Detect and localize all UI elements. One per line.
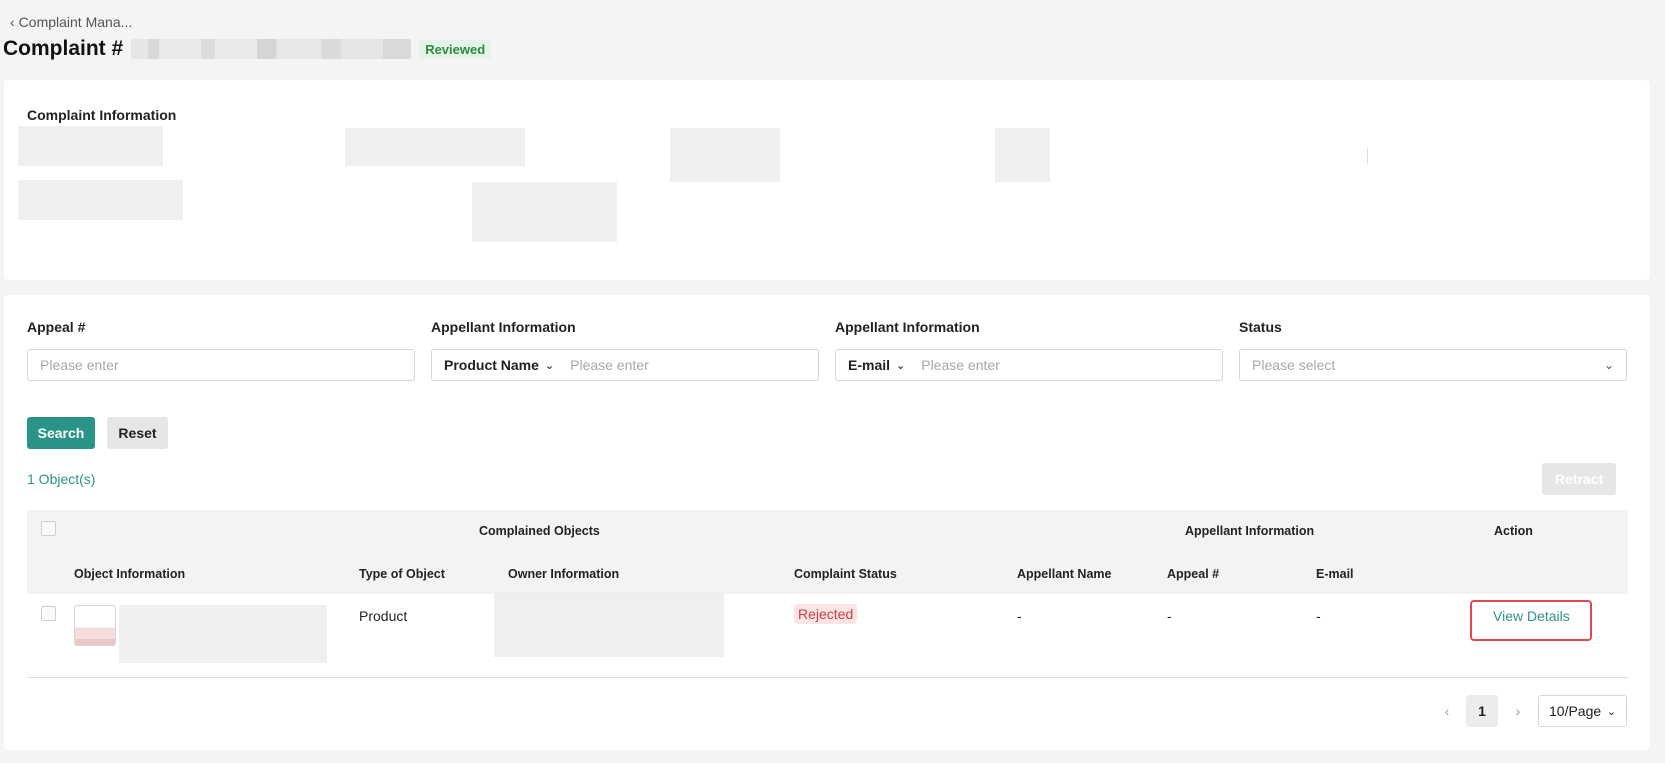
page-1-button[interactable]: 1 — [1466, 695, 1498, 727]
chevron-down-icon: ⌄ — [544, 359, 555, 372]
product-thumbnail — [74, 605, 116, 646]
divider — [1367, 148, 1368, 164]
appeal-input[interactable]: Please enter — [27, 349, 415, 381]
field-type-select[interactable]: E-mail ⌄ — [848, 357, 905, 373]
status-select[interactable]: Please select ⌄ — [1239, 349, 1627, 381]
page-title-row: Complaint # Reviewed — [3, 37, 492, 61]
appeal-label: Appeal # — [27, 319, 86, 335]
group-header-appellant: Appellant Information — [1185, 524, 1315, 538]
row-email: - — [1316, 608, 1321, 624]
col-object-info: Object Information — [74, 567, 186, 581]
row-appellant-name: - — [1017, 608, 1022, 624]
email-placeholder: Please enter — [921, 357, 1000, 373]
group-header-complained: Complained Objects — [479, 524, 600, 538]
table-header: Complained Objects Appellant Information… — [27, 510, 1628, 594]
appeal-placeholder: Please enter — [40, 357, 119, 373]
chevron-left-icon: ‹ — [10, 14, 15, 30]
page-size-select[interactable]: 10/Page ⌄ — [1538, 695, 1627, 727]
chevron-down-icon: ⌄ — [896, 359, 906, 372]
next-page-icon[interactable]: › — [1506, 695, 1530, 727]
redacted-owner-info — [494, 592, 724, 657]
prev-page-icon[interactable]: ‹ — [1435, 695, 1459, 727]
view-details-link[interactable]: View Details — [1470, 600, 1592, 641]
complaint-info-card: Complaint Information — [4, 80, 1650, 280]
redacted-field — [670, 128, 780, 182]
appellant-info-label: Appellant Information — [431, 319, 576, 335]
redacted-field — [472, 182, 617, 242]
group-header-action: Action — [1494, 524, 1533, 538]
appellant-info-label-2: Appellant Information — [835, 319, 980, 335]
complaint-status-badge: Rejected — [794, 604, 858, 624]
col-type-of-object: Type of Object — [359, 567, 445, 581]
status-label: Status — [1239, 319, 1282, 335]
row-type: Product — [359, 608, 408, 624]
status-placeholder: Please select — [1252, 357, 1336, 373]
col-complaint-status: Complaint Status — [794, 567, 897, 581]
chevron-down-icon: ⌄ — [1603, 358, 1614, 372]
col-appeal-no: Appeal # — [1167, 567, 1220, 581]
breadcrumb-label: Complaint Mana... — [18, 14, 133, 30]
product-name-placeholder: Please enter — [570, 357, 649, 373]
redacted-field — [995, 128, 1050, 182]
field-type-select[interactable]: Product Name ⌄ — [444, 357, 554, 373]
redacted-complaint-id — [131, 39, 412, 59]
back-link[interactable]: ‹ Complaint Mana... — [10, 14, 132, 30]
page-title: Complaint # — [3, 37, 124, 60]
chevron-down-icon: ⌄ — [1606, 705, 1616, 718]
redacted-field — [345, 128, 525, 166]
row-divider — [27, 677, 1628, 678]
col-appellant-name: Appellant Name — [1017, 567, 1112, 581]
page-size-label: 10/Page — [1549, 703, 1602, 719]
reset-button[interactable]: Reset — [107, 417, 168, 449]
appeals-card: Appeal # Please enter Appellant Informat… — [4, 295, 1650, 750]
retract-button[interactable]: Retract — [1542, 463, 1616, 495]
redacted-field — [18, 126, 163, 166]
col-email: E-mail — [1316, 567, 1354, 581]
redacted-field — [18, 180, 183, 220]
row-appeal-no: - — [1167, 608, 1172, 624]
field-type-label: Product Name — [444, 357, 539, 373]
section-title: Complaint Information — [27, 107, 177, 123]
select-all-checkbox[interactable] — [41, 521, 56, 536]
result-count: 1 Object(s) — [27, 471, 96, 487]
status-badge: Reviewed — [419, 39, 492, 59]
redacted-object-info — [119, 605, 327, 663]
email-search[interactable]: E-mail ⌄ Please enter — [835, 349, 1223, 381]
product-name-search[interactable]: Product Name ⌄ Please enter — [431, 349, 819, 381]
search-button[interactable]: Search — [27, 417, 95, 449]
col-owner-info: Owner Information — [508, 567, 620, 581]
field-type-label: E-mail — [848, 357, 891, 373]
row-checkbox[interactable] — [41, 606, 56, 621]
